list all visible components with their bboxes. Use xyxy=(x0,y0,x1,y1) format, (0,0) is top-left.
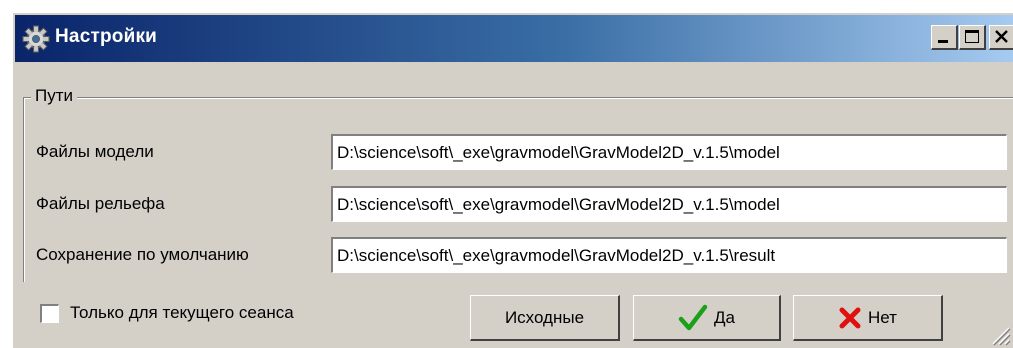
defaults-button[interactable]: Исходные xyxy=(470,295,620,341)
model-files-input[interactable] xyxy=(331,134,1007,170)
yes-button[interactable]: Да xyxy=(633,295,781,341)
session-only-label[interactable]: Только для текущего сеанса xyxy=(70,303,294,323)
window-title: Настройки xyxy=(55,26,158,47)
close-icon xyxy=(995,30,1008,43)
title-bar[interactable]: Настройки xyxy=(15,15,1013,62)
relief-files-label: Файлы рельефа xyxy=(36,194,165,213)
resize-grip-icon[interactable] xyxy=(987,322,1011,346)
paths-group-label: Пути xyxy=(31,86,78,106)
yes-button-label: Да xyxy=(714,307,735,327)
maximize-icon xyxy=(965,30,979,43)
default-save-label: Сохранение по умолчанию xyxy=(36,245,249,264)
session-only-checkbox[interactable] xyxy=(40,304,59,323)
settings-dialog: Настройки Пути Файлы модели Файлы рельеф… xyxy=(12,12,1013,348)
cross-icon xyxy=(839,307,861,328)
model-files-label: Файлы модели xyxy=(36,142,154,161)
default-save-input[interactable] xyxy=(331,237,1007,273)
close-button[interactable] xyxy=(989,25,1013,50)
checkmark-icon xyxy=(678,304,708,330)
relief-files-input[interactable] xyxy=(331,186,1007,222)
no-button[interactable]: Нет xyxy=(793,295,943,341)
gear-icon xyxy=(22,25,50,53)
minimize-icon xyxy=(938,40,948,43)
minimize-button[interactable] xyxy=(931,25,958,50)
no-button-label: Нет xyxy=(868,307,897,327)
maximize-button[interactable] xyxy=(959,25,986,50)
defaults-button-label: Исходные xyxy=(504,307,585,327)
